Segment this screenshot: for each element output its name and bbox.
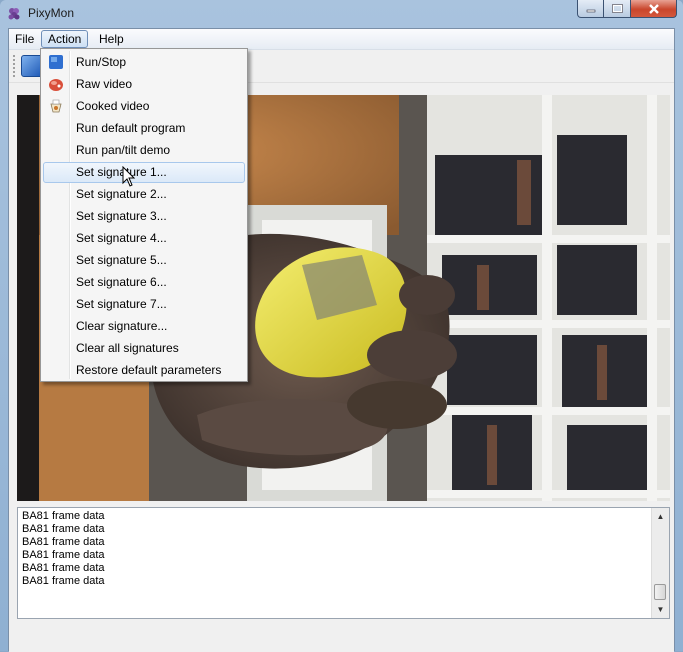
menu-item-run-pan-tilt-demo[interactable]: Run pan/tilt demo xyxy=(43,140,245,161)
menu-item-set-signature-2[interactable]: Set signature 2... xyxy=(43,184,245,205)
log-line: BA81 frame data xyxy=(22,549,105,561)
scroll-down-arrow-icon[interactable]: ▼ xyxy=(652,601,669,618)
menu-help[interactable]: Help xyxy=(93,30,130,48)
menu-item-cooked-video[interactable]: Cooked video xyxy=(43,96,245,117)
log-scrollbar[interactable]: ▲ ▼ xyxy=(651,508,669,618)
close-button[interactable] xyxy=(631,0,677,18)
log-line: BA81 frame data xyxy=(22,562,105,574)
close-icon xyxy=(648,3,659,14)
menu-item-set-signature-6[interactable]: Set signature 6... xyxy=(43,272,245,293)
menu-item-raw-video[interactable]: Raw video xyxy=(43,74,245,95)
minimize-icon xyxy=(586,9,595,12)
log-line: BA81 frame data xyxy=(22,536,105,548)
log-console[interactable]: BA81 frame data BA81 frame data BA81 fra… xyxy=(17,507,670,619)
raw-video-icon xyxy=(49,79,63,91)
action-dropdown-menu: Run/Stop Raw video Cooked video Run defa… xyxy=(40,48,248,382)
log-line: BA81 frame data xyxy=(22,575,105,587)
scroll-up-arrow-icon[interactable]: ▲ xyxy=(652,508,669,525)
menu-item-set-signature-1[interactable]: Set signature 1... xyxy=(43,162,245,183)
pixy-grapes-icon xyxy=(8,8,20,20)
maximize-icon xyxy=(611,4,623,13)
cooked-video-icon xyxy=(50,99,62,113)
menu-bar: File Action Help xyxy=(9,29,674,50)
maximize-button[interactable] xyxy=(604,0,631,18)
scroll-thumb[interactable] xyxy=(654,584,666,600)
run-stop-icon xyxy=(49,55,63,69)
log-line: BA81 frame data xyxy=(22,510,105,522)
window-title: PixyMon xyxy=(28,6,75,20)
log-lines: BA81 frame data BA81 frame data BA81 fra… xyxy=(22,510,105,588)
minimize-button[interactable] xyxy=(577,0,604,18)
menu-item-set-signature-3[interactable]: Set signature 3... xyxy=(43,206,245,227)
menu-item-run-stop[interactable]: Run/Stop xyxy=(43,52,245,73)
menu-item-set-signature-4[interactable]: Set signature 4... xyxy=(43,228,245,249)
menu-item-clear-signature[interactable]: Clear signature... xyxy=(43,316,245,337)
menu-item-set-signature-5[interactable]: Set signature 5... xyxy=(43,250,245,271)
menu-item-restore-default-parameters[interactable]: Restore default parameters xyxy=(43,360,245,381)
title-bar[interactable]: PixyMon xyxy=(0,0,683,28)
menu-item-set-signature-7[interactable]: Set signature 7... xyxy=(43,294,245,315)
menu-item-run-default-program[interactable]: Run default program xyxy=(43,118,245,139)
menu-item-clear-all-signatures[interactable]: Clear all signatures xyxy=(43,338,245,359)
status-bar xyxy=(9,627,674,652)
menu-file[interactable]: File xyxy=(9,30,40,48)
window-controls xyxy=(577,0,677,19)
log-line: BA81 frame data xyxy=(22,523,105,535)
mouse-cursor-icon xyxy=(122,166,136,187)
menu-action[interactable]: Action xyxy=(41,30,89,48)
toolbar-grip[interactable] xyxy=(13,55,18,77)
app-window: PixyMon File Action Help BA81 frame data… xyxy=(0,0,683,652)
